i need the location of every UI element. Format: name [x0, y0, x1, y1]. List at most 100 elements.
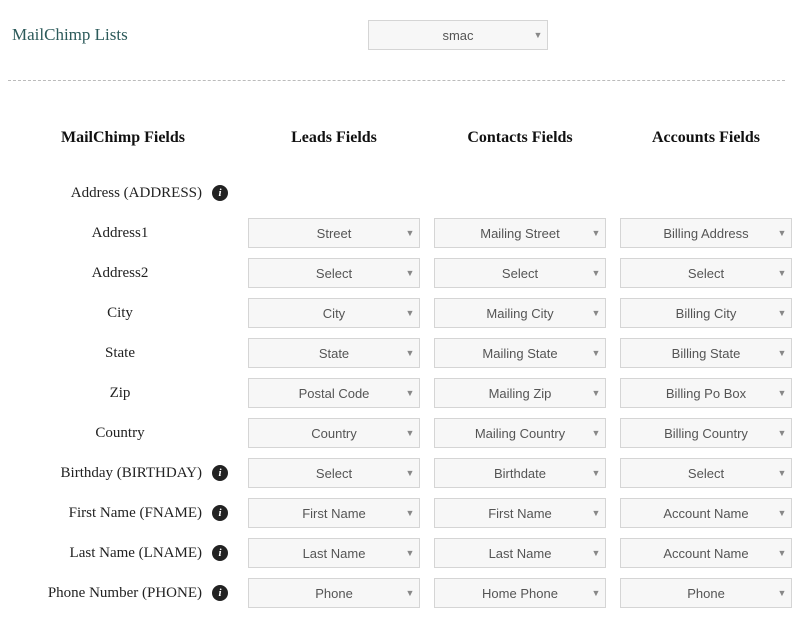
contacts-select-row3[interactable]: Mailing City▼ — [434, 298, 606, 328]
accounts-select-row1-value: Billing Address — [621, 226, 773, 241]
leads-select-row9-value: Last Name — [249, 546, 401, 561]
chevron-down-icon: ▼ — [587, 228, 605, 238]
leads-select-row2-value: Select — [249, 266, 401, 281]
leads-select-row4-value: State — [249, 346, 401, 361]
contacts-select-row6[interactable]: Mailing Country▼ — [434, 418, 606, 448]
empty-cell — [244, 173, 424, 213]
field-row-label: Zip — [8, 373, 238, 413]
field-row-label: Birthday (BIRTHDAY)i — [8, 453, 238, 493]
info-icon[interactable]: i — [212, 545, 228, 561]
leads-select-row8-value: First Name — [249, 506, 401, 521]
leads-select-row3-value: City — [249, 306, 401, 321]
field-label-text: Zip — [110, 385, 131, 402]
chevron-down-icon: ▼ — [773, 588, 791, 598]
field-row-label: Address1 — [8, 213, 238, 253]
field-row-label: Address (ADDRESS) i — [8, 173, 238, 213]
mailchimp-list-select[interactable]: smac ▼ — [368, 20, 548, 50]
accounts-select-row9-value: Account Name — [621, 546, 773, 561]
leads-select-row7[interactable]: Select▼ — [248, 458, 420, 488]
field-label-text: First Name (FNAME) — [69, 505, 202, 522]
contacts-select-row8-value: First Name — [435, 506, 587, 521]
leads-select-row8[interactable]: First Name▼ — [248, 498, 420, 528]
accounts-select-row7[interactable]: Select▼ — [620, 458, 792, 488]
accounts-select-row10[interactable]: Phone▼ — [620, 578, 792, 608]
contacts-select-row7-value: Birthdate — [435, 466, 587, 481]
accounts-select-row10-value: Phone — [621, 586, 773, 601]
field-row-label: Country — [8, 413, 238, 453]
column-header-contacts: Contacts Fields — [430, 121, 610, 173]
info-icon[interactable]: i — [212, 585, 228, 601]
leads-select-row7-value: Select — [249, 466, 401, 481]
info-icon[interactable]: i — [212, 505, 228, 521]
accounts-select-row6[interactable]: Billing Country▼ — [620, 418, 792, 448]
contacts-select-row4[interactable]: Mailing State▼ — [434, 338, 606, 368]
field-label-text: Address1 — [92, 225, 149, 242]
chevron-down-icon: ▼ — [773, 268, 791, 278]
contacts-select-row6-value: Mailing Country — [435, 426, 587, 441]
contacts-select-row3-value: Mailing City — [435, 306, 587, 321]
leads-select-row2[interactable]: Select▼ — [248, 258, 420, 288]
accounts-select-row6-value: Billing Country — [621, 426, 773, 441]
field-row-label: Last Name (LNAME) i — [8, 533, 238, 573]
contacts-select-row9-value: Last Name — [435, 546, 587, 561]
field-label-text: Country — [95, 425, 144, 442]
accounts-select-row3[interactable]: Billing City▼ — [620, 298, 792, 328]
contacts-select-row8[interactable]: First Name▼ — [434, 498, 606, 528]
accounts-select-row7-value: Select — [621, 466, 773, 481]
column-header-mailchimp: MailChimp Fields — [8, 121, 238, 173]
contacts-select-row5[interactable]: Mailing Zip▼ — [434, 378, 606, 408]
accounts-select-row9[interactable]: Account Name▼ — [620, 538, 792, 568]
chevron-down-icon: ▼ — [401, 268, 419, 278]
chevron-down-icon: ▼ — [773, 468, 791, 478]
field-label-text: State — [105, 345, 135, 362]
leads-select-row6[interactable]: Country▼ — [248, 418, 420, 448]
contacts-select-row10-value: Home Phone — [435, 586, 587, 601]
contacts-select-row5-value: Mailing Zip — [435, 386, 587, 401]
leads-select-row9[interactable]: Last Name▼ — [248, 538, 420, 568]
chevron-down-icon: ▼ — [401, 588, 419, 598]
contacts-select-row10[interactable]: Home Phone▼ — [434, 578, 606, 608]
chevron-down-icon: ▼ — [587, 468, 605, 478]
contacts-select-row2[interactable]: Select▼ — [434, 258, 606, 288]
accounts-select-row2-value: Select — [621, 266, 773, 281]
leads-select-row10[interactable]: Phone▼ — [248, 578, 420, 608]
empty-cell — [616, 173, 793, 213]
field-label-text: Address2 — [92, 265, 149, 282]
chevron-down-icon: ▼ — [587, 308, 605, 318]
contacts-select-row1[interactable]: Mailing Street▼ — [434, 218, 606, 248]
page-title: MailChimp Lists — [8, 25, 238, 45]
chevron-down-icon: ▼ — [587, 428, 605, 438]
accounts-select-row4[interactable]: Billing State▼ — [620, 338, 792, 368]
chevron-down-icon: ▼ — [773, 228, 791, 238]
divider — [8, 80, 785, 81]
contacts-select-row7[interactable]: Birthdate▼ — [434, 458, 606, 488]
accounts-select-row5[interactable]: Billing Po Box▼ — [620, 378, 792, 408]
info-icon[interactable]: i — [212, 185, 228, 201]
chevron-down-icon: ▼ — [587, 268, 605, 278]
field-row-label: Address2 — [8, 253, 238, 293]
chevron-down-icon: ▼ — [773, 308, 791, 318]
chevron-down-icon: ▼ — [587, 548, 605, 558]
field-label-text: City — [107, 305, 133, 322]
chevron-down-icon: ▼ — [587, 348, 605, 358]
leads-select-row10-value: Phone — [249, 586, 401, 601]
leads-select-row6-value: Country — [249, 426, 401, 441]
accounts-select-row4-value: Billing State — [621, 346, 773, 361]
contacts-select-row4-value: Mailing State — [435, 346, 587, 361]
chevron-down-icon: ▼ — [401, 308, 419, 318]
field-label-text: Phone Number (PHONE) — [48, 585, 202, 602]
column-header-accounts: Accounts Fields — [616, 121, 793, 173]
accounts-select-row8[interactable]: Account Name▼ — [620, 498, 792, 528]
leads-select-row1[interactable]: Street▼ — [248, 218, 420, 248]
chevron-down-icon: ▼ — [529, 30, 547, 40]
info-icon[interactable]: i — [212, 465, 228, 481]
field-label-text: Last Name (LNAME) — [70, 545, 202, 562]
leads-select-row4[interactable]: State▼ — [248, 338, 420, 368]
leads-select-row3[interactable]: City▼ — [248, 298, 420, 328]
accounts-select-row2[interactable]: Select▼ — [620, 258, 792, 288]
field-label-text: Address (ADDRESS) — [71, 185, 202, 202]
accounts-select-row1[interactable]: Billing Address▼ — [620, 218, 792, 248]
leads-select-row5[interactable]: Postal Code▼ — [248, 378, 420, 408]
chevron-down-icon: ▼ — [773, 428, 791, 438]
contacts-select-row9[interactable]: Last Name▼ — [434, 538, 606, 568]
